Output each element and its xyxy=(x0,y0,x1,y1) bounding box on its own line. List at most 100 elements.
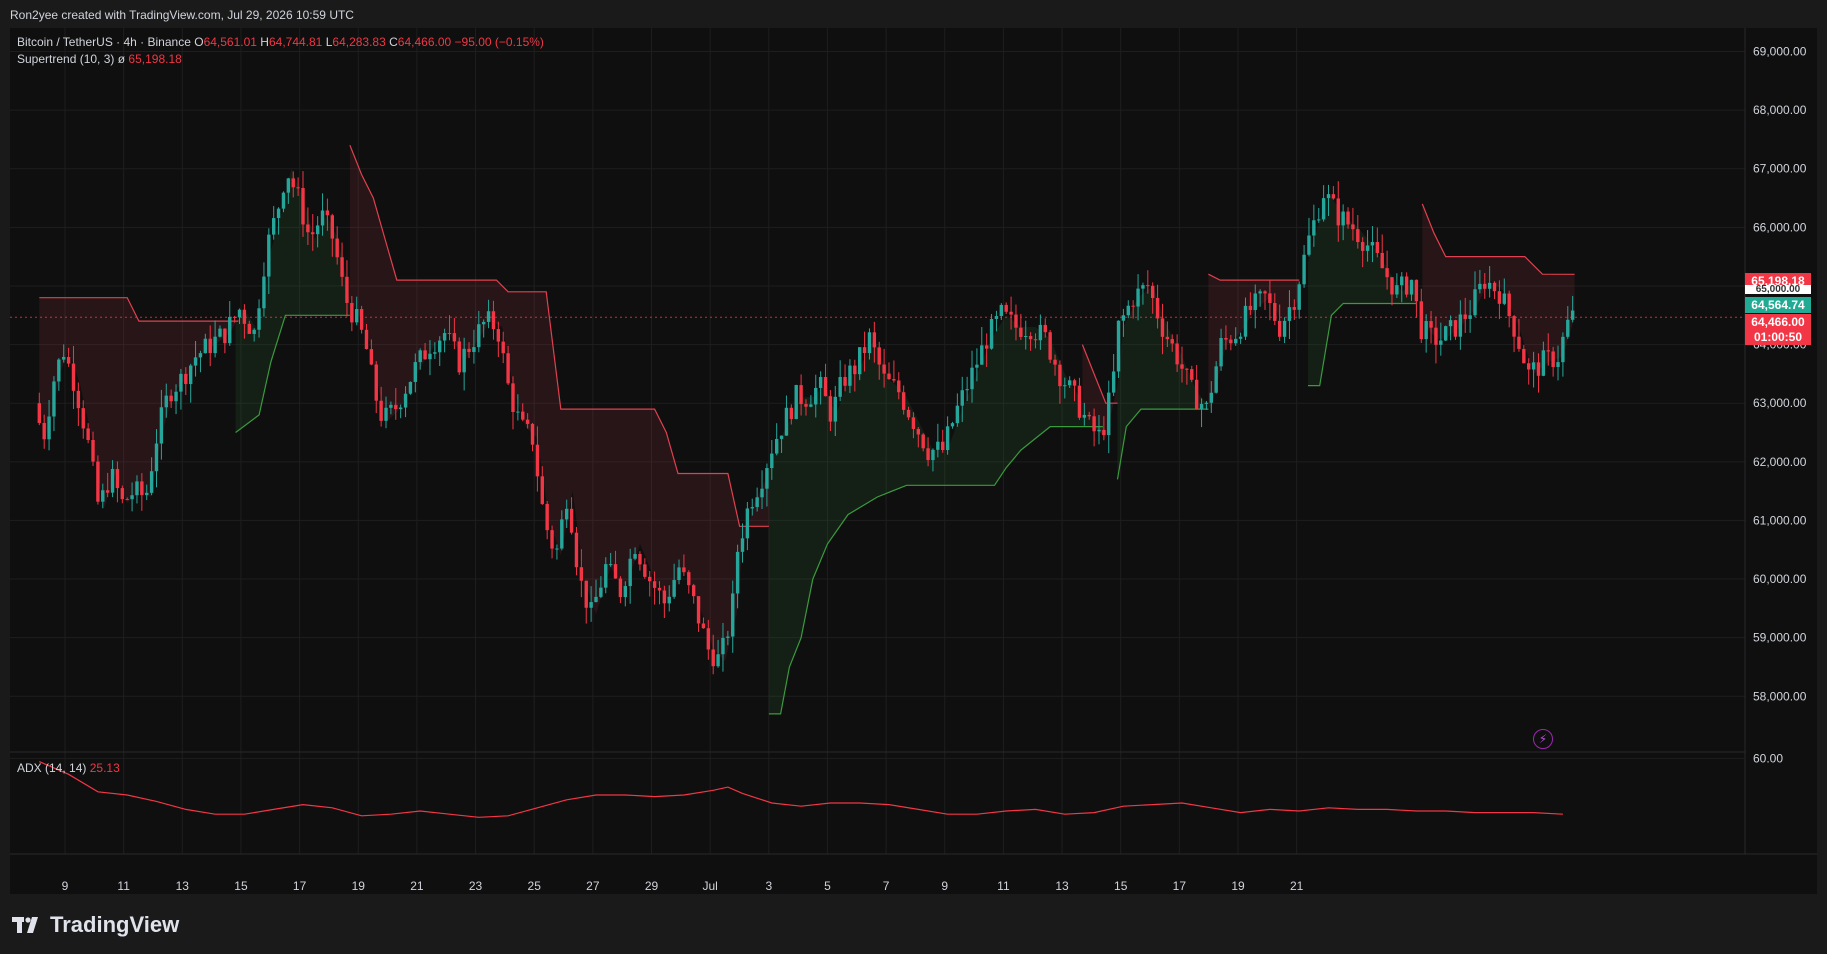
candle-body xyxy=(42,422,46,440)
candle-body xyxy=(906,409,911,418)
candle-body xyxy=(1463,314,1467,319)
candle-body xyxy=(545,503,549,531)
candle-body xyxy=(71,363,76,391)
candle-body xyxy=(760,488,764,498)
candle-body xyxy=(789,407,794,419)
countdown-tag: 01:00:50 xyxy=(1745,329,1811,345)
candle-body xyxy=(941,441,945,451)
candle-body xyxy=(228,316,232,344)
candle-body xyxy=(833,396,837,422)
candle-body xyxy=(76,390,81,409)
candle-body xyxy=(516,411,520,413)
candle-body xyxy=(477,324,481,348)
x-tick-label: 13 xyxy=(1055,879,1069,893)
candle-body xyxy=(276,208,281,219)
candle-body xyxy=(1199,403,1204,410)
candle-body xyxy=(1512,316,1516,337)
candle-body xyxy=(1082,414,1087,418)
candle-body xyxy=(242,309,247,324)
candle-body xyxy=(203,338,208,354)
candle-body xyxy=(105,490,110,493)
candle-body xyxy=(306,224,310,233)
y-tick-label: 62,000.00 xyxy=(1753,455,1807,469)
symbol-legend[interactable]: Bitcoin / TetherUS · 4h · Binance O64,56… xyxy=(17,35,544,49)
candle-body xyxy=(804,404,808,407)
candle-body xyxy=(1033,339,1038,341)
candle-body xyxy=(955,405,960,424)
adx-legend[interactable]: ADX (14, 14) 25.13 xyxy=(17,761,120,775)
candle-body xyxy=(872,332,877,348)
candle-body xyxy=(584,580,588,608)
symbol-name: Bitcoin / TetherUS · 4h · Binance xyxy=(17,35,191,49)
candle-body xyxy=(1009,311,1013,315)
candle-body xyxy=(1453,320,1458,337)
candle-body xyxy=(823,376,828,397)
candle-body xyxy=(438,340,442,353)
candle-body xyxy=(1292,307,1297,310)
hidden-eye-icon[interactable]: ø xyxy=(118,52,125,66)
candle-body xyxy=(1502,293,1506,304)
candle-body xyxy=(555,548,559,550)
supertrend-line-down xyxy=(1208,273,1300,281)
candle-body xyxy=(643,564,647,577)
candle-body xyxy=(1541,350,1546,376)
candle-body xyxy=(599,587,603,597)
candle-body xyxy=(521,411,525,420)
candle-body xyxy=(364,329,369,350)
candle-body xyxy=(887,373,891,380)
candle-body xyxy=(1424,321,1428,340)
candle-body xyxy=(975,364,979,368)
x-tick-label: 5 xyxy=(824,879,831,893)
candle-body xyxy=(1204,402,1209,404)
brand[interactable]: TradingView xyxy=(12,912,179,938)
candle-body xyxy=(164,395,168,408)
candle-body xyxy=(1234,338,1238,344)
candle-body xyxy=(145,492,149,496)
candle-body xyxy=(843,377,847,386)
candle-body xyxy=(1302,254,1306,285)
candle-body xyxy=(1312,220,1316,236)
candle-body xyxy=(1444,326,1448,341)
candle-body xyxy=(1165,336,1170,340)
x-tick-label: 9 xyxy=(941,879,948,893)
candle-body xyxy=(355,309,359,323)
candle-body xyxy=(1253,293,1257,310)
candle-body xyxy=(1385,268,1389,278)
price-chart[interactable]: 58,000.00 59,000.00 60,000.00 61,000.00 62,0… xyxy=(10,28,1817,894)
candle-body xyxy=(1229,339,1233,344)
candle-body xyxy=(613,564,618,579)
candle-body xyxy=(115,468,120,489)
candle-body xyxy=(208,338,212,354)
candle-body xyxy=(1321,198,1326,220)
candle-body xyxy=(633,553,637,559)
candle-body xyxy=(838,377,842,397)
candle-body xyxy=(1175,343,1179,365)
x-tick-label: 17 xyxy=(1173,879,1187,893)
supertrend-fill-up xyxy=(235,168,350,433)
candle-body xyxy=(892,379,896,381)
flash-icon[interactable]: ⚡ xyxy=(1533,729,1553,749)
x-tick-label: 11 xyxy=(117,879,130,893)
candle-body xyxy=(384,407,388,421)
candle-body xyxy=(62,356,66,360)
supertrend-legend[interactable]: Supertrend (10, 3) ø 65,198.18 xyxy=(17,52,182,66)
candle-body xyxy=(472,347,476,353)
candle-body xyxy=(608,564,613,566)
candle-body xyxy=(1092,416,1096,432)
candle-body xyxy=(1556,362,1560,368)
candle-body xyxy=(52,381,56,417)
candle-body xyxy=(1043,324,1047,333)
candle-body xyxy=(657,587,662,591)
candle-body xyxy=(1356,229,1360,243)
close-value: 64,466.00 xyxy=(397,35,452,49)
candle-body xyxy=(1473,289,1477,316)
candle-body xyxy=(1409,279,1414,295)
y-tick-label: 60,000.00 xyxy=(1753,572,1807,586)
candle-body xyxy=(350,302,354,323)
candle-body xyxy=(1341,211,1345,226)
candle-body xyxy=(1317,219,1321,221)
candle-body xyxy=(921,434,925,449)
adx-y-tick-label: 60.00 xyxy=(1753,751,1783,765)
candle-body xyxy=(877,347,881,365)
candle-body xyxy=(398,407,403,410)
